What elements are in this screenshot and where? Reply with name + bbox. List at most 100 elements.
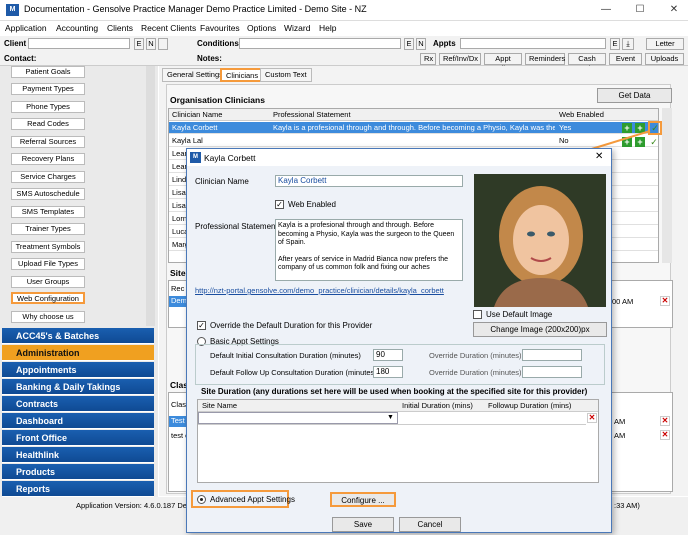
clinicians-grid-scrollbar[interactable] (662, 108, 672, 263)
download-icon[interactable]: ⤓ (622, 38, 634, 50)
sidebar-item-web-configuration[interactable]: Web Configuration (11, 292, 85, 304)
menu-help[interactable]: Help (319, 23, 336, 33)
ref-inv-dx-button[interactable]: Ref/Inv/Dx (439, 53, 481, 65)
clinician-name-cell: Kayla Corbett (172, 123, 218, 132)
professional-statement-field[interactable]: Kayla is a profesional through and throu… (275, 219, 463, 281)
menu-options[interactable]: Options (247, 23, 276, 33)
sidebar-item-recovery-plans[interactable]: Recovery Plans (11, 153, 85, 165)
col-web-enabled[interactable]: Web Enabled (559, 110, 604, 119)
col-professional-statement[interactable]: Professional Statement (273, 110, 351, 119)
clinician-profile-link[interactable]: http://nzt-portal.gensolve.com/demo_prac… (195, 286, 444, 295)
delete-icon[interactable]: ✕ (587, 413, 597, 423)
nav-dashboard[interactable]: Dashboard (2, 413, 154, 429)
menu-clients[interactable]: Clients (107, 23, 133, 33)
menu-recent-clients[interactable]: Recent Clients (141, 23, 196, 33)
sidebar-item-upload-file-types[interactable]: Upload File Types (11, 258, 85, 270)
get-data-button[interactable]: Get Data (597, 88, 672, 103)
col-clinician-name[interactable]: Clinician Name (172, 110, 222, 119)
appts-e-button[interactable]: E (610, 38, 620, 50)
tab-clinicians[interactable]: Clinicians (220, 68, 265, 82)
sidebar-item-service-charges[interactable]: Service Charges (11, 171, 85, 183)
event-button[interactable]: Event (609, 53, 642, 65)
tab-general-settings[interactable]: General Settings (162, 68, 228, 82)
table-row[interactable]: ▼ (198, 412, 586, 425)
nav-contracts[interactable]: Contracts (2, 396, 154, 412)
cash-sale-button[interactable]: Cash Sale (568, 53, 606, 73)
sidebar-item-referral-sources[interactable]: Referral Sources (11, 136, 85, 148)
menu-application[interactable]: Application (5, 23, 47, 33)
sidebar-scrollbar[interactable] (146, 66, 155, 326)
statement-paragraph: Kayla is a profesional through and throu… (278, 222, 455, 246)
client-e-button[interactable]: E (134, 38, 144, 50)
nav-front-office[interactable]: Front Office (2, 430, 154, 446)
contact-label: Contact: (4, 54, 37, 63)
menu-accounting[interactable]: Accounting (56, 23, 98, 33)
clinician-name-field[interactable]: Kayla Corbett (275, 175, 463, 187)
maximize-icon[interactable]: ☐ (625, 2, 655, 18)
conditions-e-button[interactable]: E (404, 38, 414, 50)
nav-appointments[interactable]: Appointments (2, 362, 154, 378)
appt-slip-button[interactable]: Appt Slip (484, 53, 522, 73)
site-name-dropdown[interactable] (198, 412, 398, 424)
sidebar-item-payment-types[interactable]: Payment Types (11, 83, 85, 95)
col-initial-duration[interactable]: Initial Duration (mins) (402, 401, 473, 410)
sidebar-item-sms-templates[interactable]: SMS Templates (11, 206, 85, 218)
chevron-down-icon[interactable]: ▼ (387, 414, 394, 421)
appts-input[interactable] (460, 38, 606, 49)
nav-products[interactable]: Products (2, 464, 154, 480)
menu-favourites[interactable]: Favourites (200, 23, 240, 33)
col-site-name[interactable]: Site Name (202, 401, 237, 410)
sidebar-item-sms-autoschedule[interactable]: SMS Autoschedule (11, 188, 85, 200)
advanced-appt-radio[interactable] (197, 495, 206, 504)
client-input[interactable] (28, 38, 130, 49)
configure-button[interactable]: Configure ... (330, 492, 396, 507)
minimize-icon[interactable]: — (591, 2, 621, 18)
conditions-input[interactable] (239, 38, 401, 49)
nav-accs-batches[interactable]: ACC45's & Batches (2, 328, 154, 344)
conditions-label: Conditions (197, 39, 239, 48)
nav-administration[interactable]: Administration (2, 345, 154, 361)
clinicians-grid-header: Clinician Name Professional Statement We… (169, 109, 658, 121)
sidebar-item-treatment-symbols[interactable]: Treatment Symbols (11, 241, 85, 253)
override-duration-checkbox[interactable]: ✓ (197, 321, 206, 330)
app-icon: M (6, 4, 19, 16)
dialog-close-icon[interactable]: ✕ (595, 151, 603, 162)
sidebar-item-patient-goals[interactable]: Patient Goals (11, 66, 85, 78)
nav-banking-daily-takings[interactable]: Banking & Daily Takings (2, 379, 154, 395)
web-enabled-checkbox[interactable]: ✓ (275, 200, 284, 209)
class-row-time: AM (614, 431, 626, 440)
client-extra-button[interactable] (158, 38, 168, 50)
nav-reports[interactable]: Reports (2, 481, 154, 497)
initial-duration-field[interactable]: 90 (373, 349, 403, 361)
sidebar-item-user-groups[interactable]: User Groups (11, 276, 85, 288)
sidebar-item-trainer-types[interactable]: Trainer Types (11, 223, 85, 235)
col-followup-duration[interactable]: Followup Duration (mins) (488, 401, 571, 410)
initial-override-stepper[interactable] (522, 349, 582, 361)
client-n-button[interactable]: N (146, 38, 156, 50)
delete-icon[interactable]: ✕ (660, 296, 670, 306)
site-section-title: Site (170, 268, 186, 278)
save-button[interactable]: Save (332, 517, 394, 532)
tab-custom-text[interactable]: Custom Text (260, 68, 312, 82)
app-version: Application Version: 4.6.0.187 Del (76, 501, 189, 510)
conditions-n-button[interactable]: N (416, 38, 426, 50)
use-default-image-checkbox[interactable] (473, 310, 482, 319)
close-icon[interactable]: ✕ (659, 2, 688, 18)
cancel-button[interactable]: Cancel (399, 517, 461, 532)
delete-icon[interactable]: ✕ (660, 416, 670, 426)
delete-icon[interactable]: ✕ (660, 430, 670, 440)
client-toolbar: Client E N Contact: Conditions E N Notes… (0, 36, 688, 73)
reminders-button[interactable]: Reminders (525, 53, 565, 65)
uploads-button[interactable]: Uploads (645, 53, 684, 65)
sidebar-item-why-choose-us[interactable]: Why choose us (11, 311, 85, 323)
change-image-button[interactable]: Change Image (200x200)px (473, 322, 607, 337)
menu-wizard[interactable]: Wizard (284, 23, 310, 33)
letter-button[interactable]: Letter (646, 38, 684, 50)
dialog-title-bar: M Kayla Corbett ✕ (187, 149, 611, 166)
sidebar-item-phone-types[interactable]: Phone Types (11, 101, 85, 113)
sidebar-item-read-codes[interactable]: Read Codes (11, 118, 85, 130)
nav-healthlink[interactable]: Healthlink (2, 447, 154, 463)
followup-override-stepper[interactable] (522, 366, 582, 378)
followup-duration-field[interactable]: 180 (373, 366, 403, 378)
rx-button[interactable]: Rx (420, 53, 436, 65)
